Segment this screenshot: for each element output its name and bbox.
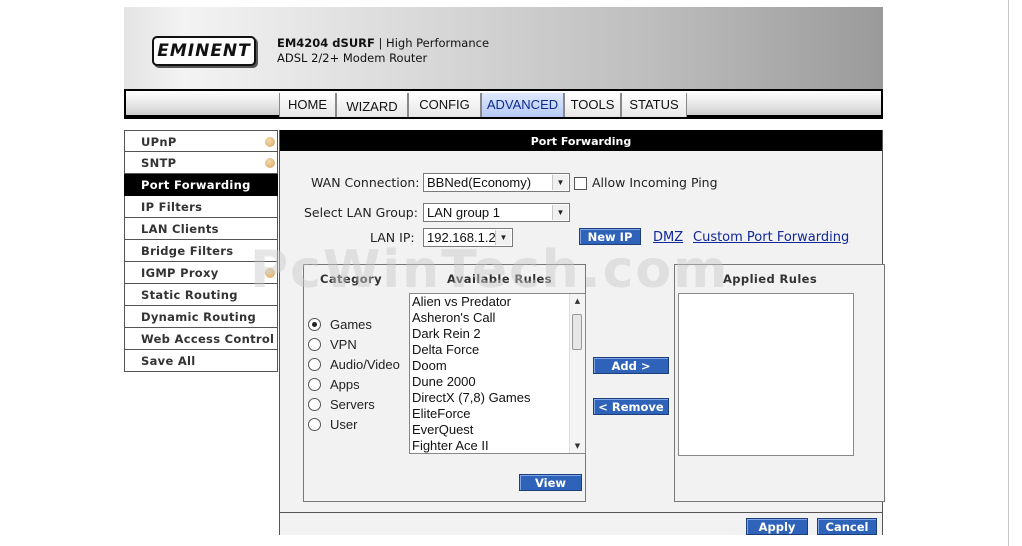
lan-ip-label: LAN IP:: [370, 230, 415, 245]
lan-group-label: Select LAN Group:: [304, 205, 418, 220]
list-item[interactable]: Doom: [410, 358, 585, 374]
scroll-down-icon[interactable]: ▼: [570, 439, 585, 453]
list-item[interactable]: EliteForce: [410, 406, 585, 422]
list-item[interactable]: Fighter Ace II: [410, 438, 585, 453]
model-name: EM4204 dSURF: [277, 36, 375, 50]
list-item[interactable]: Dune 2000: [410, 374, 585, 390]
sidebar-item-dynamic-routing[interactable]: Dynamic Routing: [124, 306, 278, 328]
sidebar-item-ip-filters[interactable]: IP Filters: [124, 196, 278, 218]
header-banner: EMINENT EM4204 dSURF | High Performance …: [124, 7, 883, 89]
wan-connection-label: WAN Connection:: [311, 175, 420, 190]
page-title: Port Forwarding: [280, 130, 882, 151]
remove-rule-button[interactable]: < Remove: [593, 398, 669, 415]
bullet-icon: [265, 268, 275, 278]
new-ip-button[interactable]: New IP: [579, 228, 641, 245]
chevron-down-icon: ▼: [552, 175, 568, 190]
sidebar-item-port-forwarding[interactable]: Port Forwarding: [124, 174, 278, 196]
eminent-logo: EMINENT: [152, 36, 256, 66]
lan-ip-select[interactable]: 192.168.1.2 ▼: [423, 228, 513, 247]
category-label-vpn: VPN: [330, 337, 357, 352]
cancel-button[interactable]: Cancel: [817, 518, 877, 535]
applied-rules-panel: Applied Rules: [674, 264, 885, 502]
view-button[interactable]: View: [519, 474, 582, 491]
tab-advanced[interactable]: ADVANCED: [481, 93, 564, 117]
chevron-down-icon: ▼: [495, 230, 511, 245]
chevron-down-icon: ▼: [552, 205, 568, 220]
list-item[interactable]: EverQuest: [410, 422, 585, 438]
lan-group-select[interactable]: LAN group 1 ▼: [423, 203, 570, 222]
category-label-games: Games: [330, 317, 372, 332]
sidebar-item-bridge-filters[interactable]: Bridge Filters: [124, 240, 278, 262]
tab-config[interactable]: CONFIG: [408, 93, 481, 117]
allow-ping-checkbox[interactable]: [574, 177, 587, 190]
scroll-thumb[interactable]: [572, 314, 582, 350]
port-forwarding-panel: Port Forwarding WAN Connection: BBNed(Ec…: [279, 130, 885, 535]
form-action-bar: Apply Cancel: [280, 512, 882, 535]
list-item[interactable]: Alien vs Predator: [410, 294, 585, 310]
list-item[interactable]: DirectX (7,8) Games: [410, 390, 585, 406]
custom-port-forwarding-link[interactable]: Custom Port Forwarding: [693, 230, 849, 245]
rules-selection-panel: Category Available Rules Games VPN Audio…: [303, 264, 586, 502]
category-radio-apps[interactable]: [308, 378, 321, 391]
router-admin-page: EMINENT EM4204 dSURF | High Performance …: [124, 7, 885, 546]
sidebar-item-sntp[interactable]: SNTP: [124, 152, 278, 174]
category-label-apps: Apps: [330, 377, 360, 392]
sidebar-item-save-all[interactable]: Save All: [124, 350, 278, 372]
category-radio-vpn[interactable]: [308, 338, 321, 351]
sidebar-item-igmp-proxy[interactable]: IGMP Proxy: [124, 262, 278, 284]
category-label-servers: Servers: [330, 397, 375, 412]
applied-rules-title: Applied Rules: [723, 272, 818, 286]
sidebar-item-static-routing[interactable]: Static Routing: [124, 284, 278, 306]
advanced-sidebar: UPnP SNTP Port Forwarding IP Filters LAN…: [124, 130, 278, 372]
list-item[interactable]: Dark Rein 2: [410, 326, 585, 342]
bullet-icon: [265, 137, 275, 147]
category-radio-user[interactable]: [308, 418, 321, 431]
sidebar-item-lan-clients[interactable]: LAN Clients: [124, 218, 278, 240]
list-item[interactable]: Asheron's Call: [410, 310, 585, 326]
tab-status[interactable]: STATUS: [621, 93, 687, 117]
model-subtitle: ADSL 2/2+ Modem Router: [277, 51, 428, 65]
sidebar-item-web-access-control[interactable]: Web Access Control: [124, 328, 278, 350]
bullet-icon: [265, 158, 275, 168]
dmz-link[interactable]: DMZ: [653, 230, 683, 245]
tab-home[interactable]: HOME: [279, 93, 336, 117]
applied-rules-list[interactable]: [678, 293, 854, 456]
list-item[interactable]: Delta Force: [410, 342, 585, 358]
scroll-up-icon[interactable]: ▲: [570, 294, 585, 308]
apply-button[interactable]: Apply: [746, 518, 808, 535]
category-title: Category: [320, 272, 382, 286]
wan-connection-select[interactable]: BBNed(Economy) ▼: [423, 173, 570, 192]
category-label-audio-video: Audio/Video: [330, 357, 400, 372]
category-radio-servers[interactable]: [308, 398, 321, 411]
sidebar-item-upnp[interactable]: UPnP: [124, 130, 278, 152]
category-radio-audio-video[interactable]: [308, 358, 321, 371]
tab-tools[interactable]: TOOLS: [564, 93, 621, 117]
category-label-user: User: [330, 417, 358, 432]
product-info: EM4204 dSURF | High Performance ADSL 2/2…: [277, 36, 489, 66]
available-rules-scrollbar[interactable]: ▲ ▼: [569, 294, 585, 453]
tab-wizard[interactable]: WIZARD: [336, 93, 408, 117]
add-rule-button[interactable]: Add >: [593, 357, 669, 374]
window-right-edge: [1008, 0, 1009, 546]
available-rules-list[interactable]: Alien vs Predator Asheron's Call Dark Re…: [409, 293, 586, 454]
model-tagline: | High Performance: [378, 36, 490, 50]
category-radio-games[interactable]: [308, 318, 321, 331]
main-tab-bar: HOME WIZARD CONFIG ADVANCED TOOLS STATUS: [124, 89, 883, 119]
allow-ping-label: Allow Incoming Ping: [592, 175, 718, 190]
available-rules-title: Available Rules: [447, 272, 552, 286]
